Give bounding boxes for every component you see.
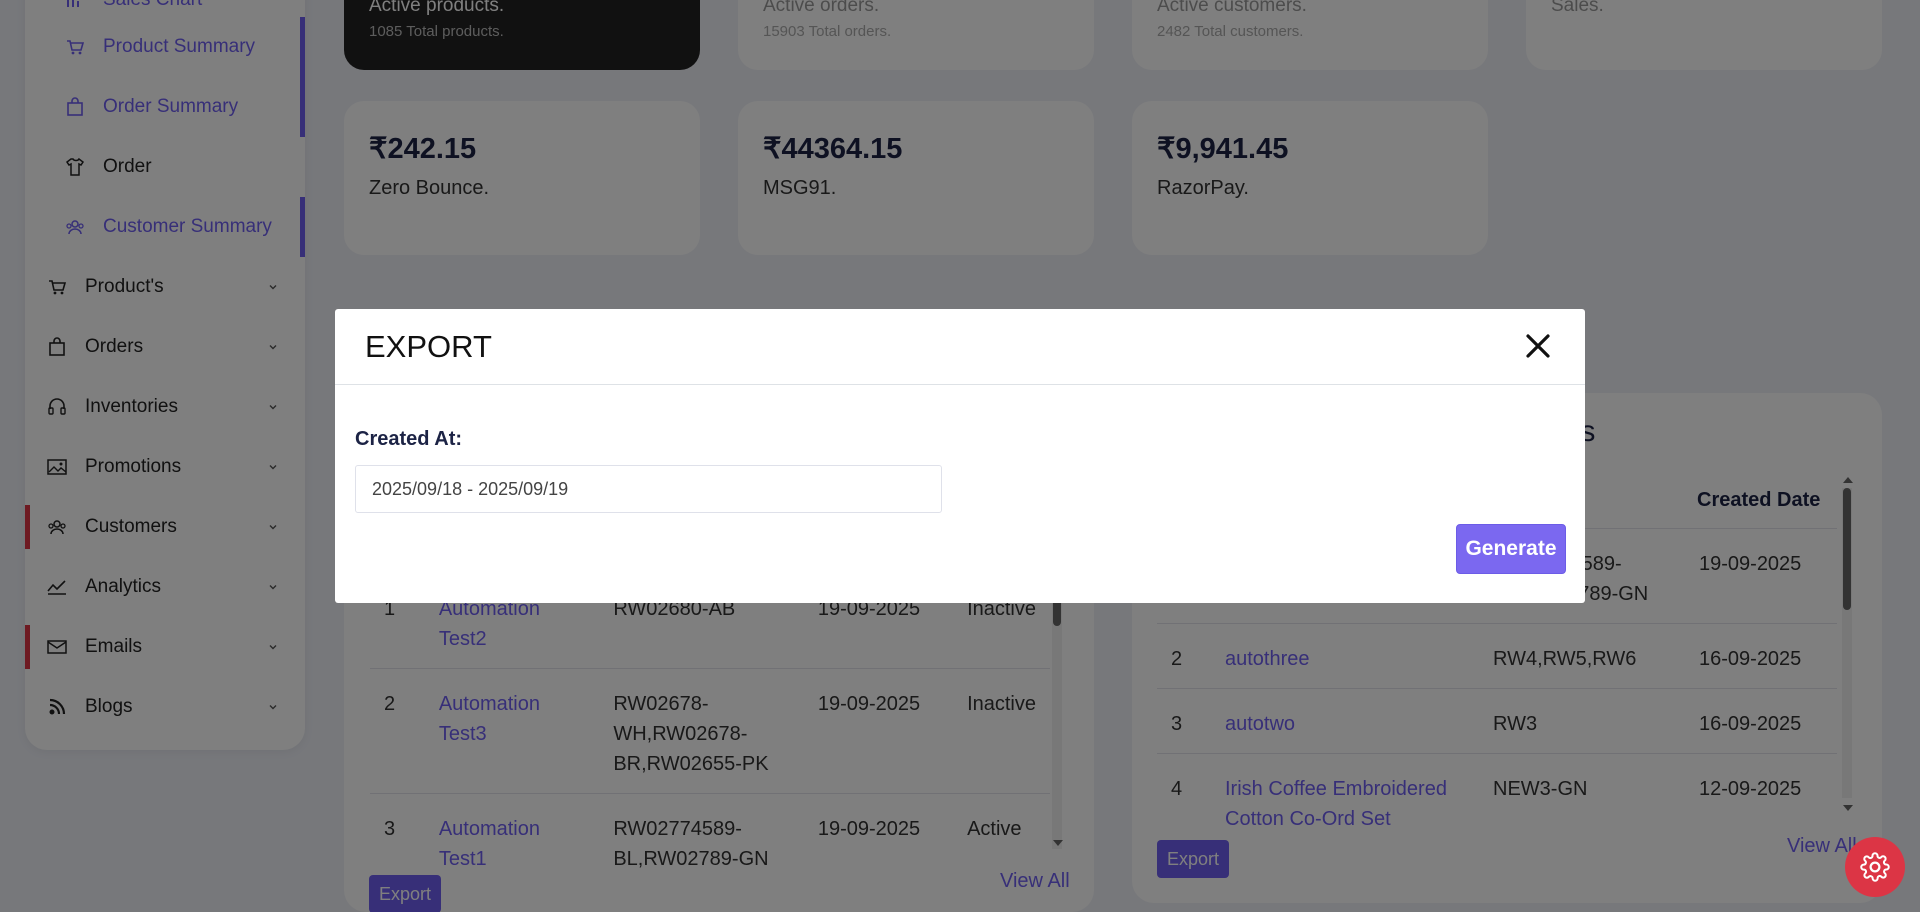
close-icon[interactable]: [1523, 331, 1553, 361]
created-at-label: Created At:: [355, 428, 463, 450]
settings-button[interactable]: [1845, 837, 1905, 897]
gear-icon: [1860, 852, 1890, 882]
export-modal: EXPORT Created At: Generate: [335, 309, 1585, 603]
generate-button[interactable]: Generate: [1456, 524, 1566, 574]
modal-title: EXPORT: [365, 329, 492, 364]
date-range-input[interactable]: [355, 465, 942, 513]
modal-header: EXPORT: [335, 309, 1585, 385]
